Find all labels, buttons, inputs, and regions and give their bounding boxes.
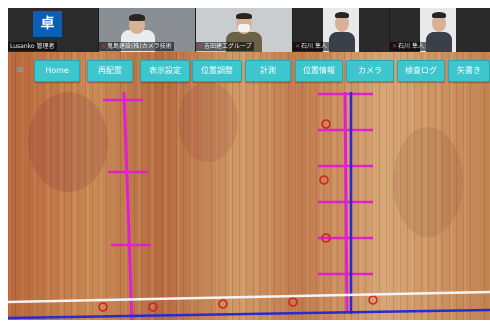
camera-button[interactable]: カメラ [346,60,394,82]
participant-strip: 卓 Lusanko 管理者 ✕鬼島建設(株)カメラ技術 ✕吉田建工グループ ✕石… [8,8,490,52]
position-adjust-button[interactable]: 位置調整 [192,60,242,82]
participant-tile[interactable]: 卓 Lusanko 管理者 [8,8,98,52]
defect-marker [319,175,329,185]
measurement-overlay [8,82,490,320]
mic-muted-icon: ✕ [198,43,204,50]
mic-muted-icon: ✕ [392,43,398,50]
participant-tile[interactable]: ✕石川 隼人 [293,8,389,52]
reposition-button[interactable]: 再配置 [87,60,133,82]
defect-marker [98,302,108,312]
participant-name: Lusanko 管理者 [8,42,57,51]
display-settings-button[interactable]: 表示設定 [140,60,190,82]
menu-icon[interactable]: ≡ [16,65,24,76]
home-button[interactable]: Home [34,60,80,82]
inspection-log-button[interactable]: 検査ログ [397,60,445,82]
inspection-toolbar: ≡ Home 再配置 表示設定 位置調整 計測 位置情報 カメラ 検査ログ 矢書… [8,56,490,86]
defect-marker [368,295,378,305]
participant-tile[interactable]: ✕吉田建工グループ [196,8,292,52]
defect-marker [148,302,158,312]
wood-knot [393,127,463,237]
participant-name: ✕石川 隼人 [390,42,426,51]
marker-line-white [8,290,490,304]
defect-marker [288,297,298,307]
wood-knot [178,82,238,162]
annotate-button[interactable]: 矢書き [448,60,490,82]
marker-line-left [122,91,134,320]
participant-tile[interactable]: ✕鬼島建設(株)カメラ技術 [99,8,195,52]
camera-view [8,52,490,320]
wood-knot [28,92,108,192]
participant-name: ✕鬼島建設(株)カメラ技術 [99,42,174,51]
marker-line-bottom-blue [8,308,490,320]
mic-muted-icon: ✕ [101,43,107,50]
meeting-window: 卓 Lusanko 管理者 ✕鬼島建設(株)カメラ技術 ✕吉田建工グループ ✕石… [8,8,490,320]
company-logo: 卓 [33,11,62,37]
measure-button[interactable]: 計測 [245,60,291,82]
defect-marker [218,299,228,309]
mic-muted-icon: ✕ [295,43,301,50]
position-info-button[interactable]: 位置情報 [295,60,343,82]
participant-name: ✕吉田建工グループ [196,42,254,51]
participant-name: ✕石川 隼人 [293,42,329,51]
defect-marker [321,119,331,129]
participant-tile[interactable]: ✕石川 隼人 [390,8,490,52]
